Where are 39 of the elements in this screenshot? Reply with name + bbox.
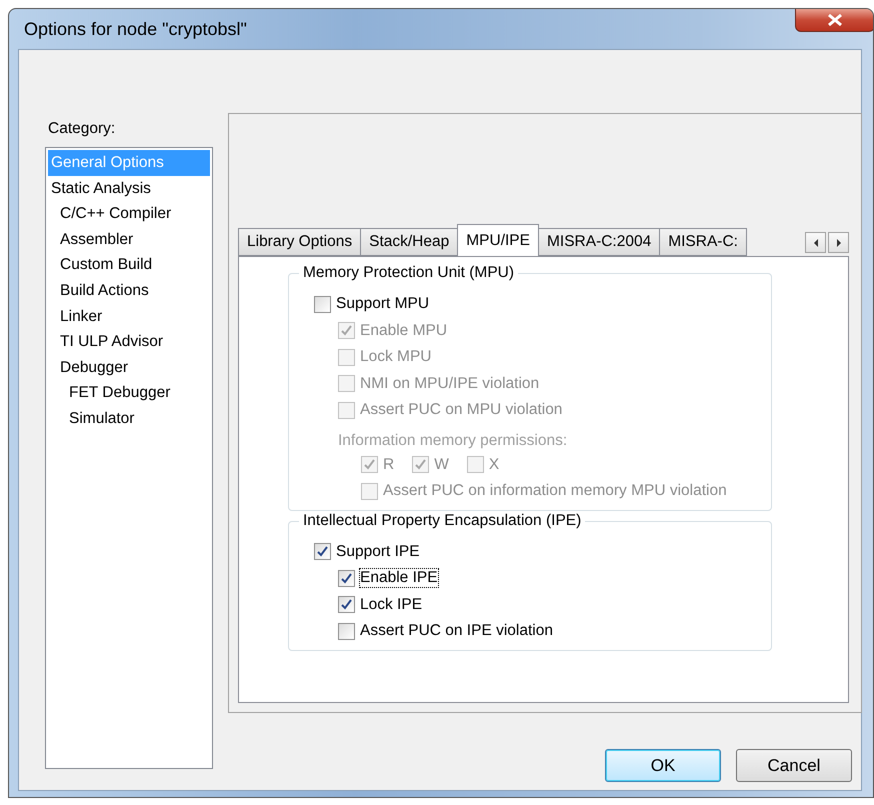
right-arrow-icon [836,238,842,246]
section-caption: Information memory permissions: [338,432,568,450]
dialog-button[interactable]: Cancel [736,749,852,782]
checkbox[interactable]: Enable IPE [338,565,771,592]
dialog-button[interactable]: OK [605,749,721,782]
tab[interactable]: MPU/IPE [457,224,539,256]
category-item[interactable]: Custom Build [48,252,210,278]
category-label: Category: [48,120,116,138]
scroll-right-button[interactable] [828,232,849,253]
tab[interactable]: MISRA-C: [659,228,747,256]
checkmark-icon [340,324,353,338]
checkbox[interactable]: Support MPU [314,291,771,318]
close-icon [826,13,844,27]
category-item[interactable]: Static Analysis [48,176,210,202]
tab[interactable]: MISRA-C:2004 [538,228,660,256]
scroll-left-button[interactable] [805,232,826,253]
checkbox[interactable]: Lock IPE [338,592,771,618]
tab[interactable]: Stack/Heap [360,228,458,256]
checkmark-icon [414,458,428,472]
category-item[interactable]: C/C++ Compiler [48,201,210,227]
category-item[interactable]: FET Debugger [48,380,210,406]
checkmark-icon [316,545,329,558]
category-item[interactable]: Assembler [48,226,210,252]
category-item[interactable]: Build Actions [48,278,210,304]
category-item[interactable]: Debugger [48,354,210,380]
category-item[interactable]: Simulator [48,406,210,432]
checkmark-icon [340,572,353,585]
window-title: Options for node "cryptobsl" [23,18,247,40]
checkmark-icon [363,458,376,472]
checkbox[interactable]: Assert PUC on IPE violation [338,618,771,644]
category-item[interactable]: TI ULP Advisor [48,329,210,355]
tab[interactable]: Library Options [238,228,362,256]
group-title: Intellectual Property Encapsulation (IPE) [299,512,586,530]
group-title: Memory Protection Unit (MPU) [299,264,518,282]
category-item[interactable]: Linker [48,304,210,330]
close-button[interactable] [795,9,873,32]
checkmark-icon [340,598,353,612]
left-arrow-icon [812,238,818,246]
checkbox[interactable]: Support IPE [314,538,771,565]
